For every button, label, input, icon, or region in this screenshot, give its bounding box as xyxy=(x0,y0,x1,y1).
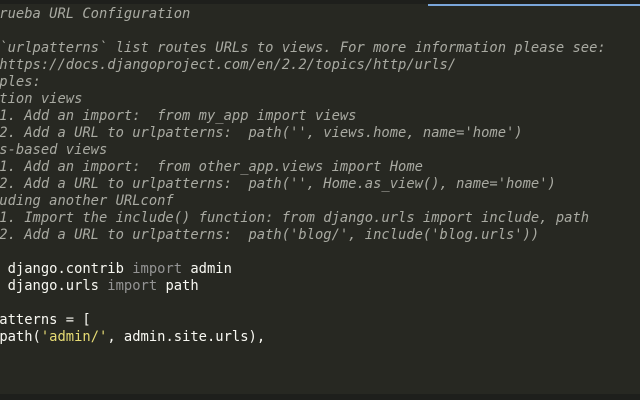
code-line: prueba URL Configuration xyxy=(0,6,191,22)
code-line: 2. Add a URL to urlpatterns: path('blog/… xyxy=(0,227,540,243)
code-line: 1. Import the include() function: from d… xyxy=(0,210,590,226)
window-bottom-border xyxy=(0,394,640,400)
call-rest: , admin.site.urls), xyxy=(107,329,266,345)
code-line: https://docs.djangoproject.com/en/2.2/to… xyxy=(0,57,457,73)
code-line: mples: xyxy=(0,74,41,90)
code-line-import-path: m django.urls import path xyxy=(0,278,640,295)
module-name: django.urls xyxy=(0,278,108,294)
code-line: 2. Add a URL to urlpatterns: path('', Ho… xyxy=(0,176,556,192)
import-keyword: import xyxy=(107,278,158,294)
code-line: `urlpatterns` list routes URLs to views.… xyxy=(0,40,606,56)
imported-name: path xyxy=(157,278,199,294)
path-call: path( xyxy=(0,329,41,345)
code-editor[interactable]: prueba URL Configuration `urlpatterns` l… xyxy=(0,0,640,400)
imported-name: admin xyxy=(182,261,232,277)
code-line: 2. Add a URL to urlpatterns: path('', vi… xyxy=(0,125,523,141)
import-keyword: import xyxy=(132,261,183,277)
code-line: 1. Add an import: from my_app import vie… xyxy=(0,108,357,124)
string-literal: 'admin/' xyxy=(40,329,108,345)
code-line-import-admin: m django.contrib import admin xyxy=(0,261,640,278)
code-line: ction views xyxy=(0,91,83,107)
code-line: luding another URLconf xyxy=(0,193,174,209)
code-line: 1. Add an import: from other_app.views i… xyxy=(0,159,423,175)
code-line: ss-based views xyxy=(0,142,108,158)
module-name: django.contrib xyxy=(0,261,133,277)
code-line-urlpatterns: patterns = [ xyxy=(0,312,91,328)
code-line-path-admin: path('admin/', admin.site.urls), xyxy=(0,329,640,346)
code-area[interactable]: prueba URL Configuration `urlpatterns` l… xyxy=(0,6,640,346)
